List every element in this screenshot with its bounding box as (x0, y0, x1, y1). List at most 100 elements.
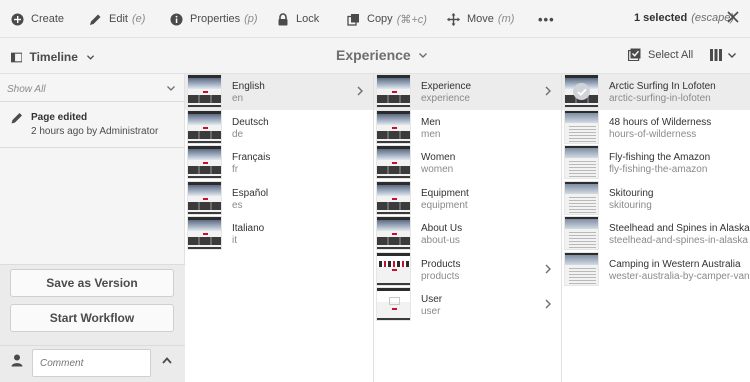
column-item-equipment[interactable]: Equipment equipment (374, 180, 561, 217)
column-item-about-us[interactable]: About Us about-us (374, 216, 561, 252)
column-item-user[interactable]: User user (374, 287, 561, 323)
selection-count-label: 1 selected (634, 12, 688, 24)
chevron-down-icon (86, 54, 94, 60)
item-name: equipment (421, 199, 468, 211)
event-meta: 2 hours ago by Administrator (31, 126, 159, 137)
item-title: Steelhead and Spines in Alaska (609, 223, 750, 234)
create-label: Create (31, 13, 65, 25)
item-name: skitouring (609, 199, 652, 211)
item-name: women (421, 164, 454, 175)
view-switcher[interactable] (710, 49, 742, 61)
select-all-label: Select All (648, 48, 694, 61)
breadcrumb[interactable]: Experience (336, 47, 427, 63)
properties-button[interactable]: Properties (p) (170, 0, 258, 38)
page-thumbnail (564, 180, 599, 215)
item-title: Camping in Western Australia (609, 258, 741, 270)
copy-shortcut: (⌘+c) (396, 13, 427, 26)
item-name: de (232, 128, 244, 140)
item-name: fly-fishing-the-amazon (609, 164, 708, 175)
column-item-arctic-surfing[interactable]: Arctic Surfing In Lofoten arctic-surfing… (562, 74, 750, 110)
item-title: About Us (421, 223, 463, 234)
column-languages: English en Deutsch de Français fr Españo… (185, 74, 374, 382)
column-item-48-hours[interactable]: 48 hours of Wilderness hours-of-wilderne… (562, 109, 750, 146)
column-item-women[interactable]: Women women (374, 145, 561, 181)
edit-shortcut: (e) (131, 13, 146, 25)
chevron-right-icon (545, 264, 551, 273)
move-label: Move (467, 13, 494, 25)
page-thumbnail (376, 74, 411, 108)
item-title: Women (421, 152, 456, 163)
column-item-camping-australia[interactable]: Camping in Western Australia wester-aust… (562, 251, 750, 288)
selected-check-icon[interactable] (573, 83, 590, 100)
timeline-rail: Show All Page edited 2 hours ago by Admi… (0, 74, 185, 382)
pencil-icon (90, 14, 101, 25)
chevron-up-icon[interactable] (162, 357, 172, 364)
more-actions-button[interactable]: ••• (538, 12, 555, 27)
page-thumbnail (564, 216, 599, 250)
user-icon (11, 354, 23, 367)
column-item-francais[interactable]: Français fr (185, 145, 373, 181)
item-name: user (421, 306, 441, 317)
item-title: User (421, 294, 443, 305)
rail-toggle-icon (11, 52, 23, 62)
item-name: fr (232, 164, 239, 175)
lock-label: Lock (296, 13, 320, 25)
move-icon (447, 12, 460, 26)
item-title: Men (421, 116, 441, 128)
comment-input[interactable] (32, 349, 151, 377)
edit-button[interactable]: Edit (e) (89, 0, 145, 38)
column-item-men[interactable]: Men men (374, 109, 561, 146)
column-item-italiano[interactable]: Italiano it (185, 216, 373, 252)
chevron-down-icon (418, 52, 427, 58)
pencil-icon (11, 113, 22, 124)
item-name: products (421, 270, 460, 282)
item-name: men (421, 128, 441, 140)
rail-selector[interactable]: Timeline (11, 49, 101, 65)
column-item-deutsch[interactable]: Deutsch de (185, 109, 373, 146)
add-circle-icon (11, 13, 24, 25)
info-icon (170, 13, 183, 25)
select-all-button[interactable]: Select All (628, 48, 693, 61)
column-item-experience[interactable]: Experience experience (374, 74, 561, 110)
column-item-english[interactable]: English en (185, 74, 373, 110)
page-thumbnail (376, 287, 411, 321)
create-button[interactable]: Create (11, 0, 64, 38)
item-title: Español (232, 187, 269, 199)
event-title: Page edited (31, 112, 88, 123)
page-thumbnail (376, 216, 411, 250)
page-thumbnail (564, 145, 599, 179)
timeline-filter[interactable]: Show All (0, 76, 185, 102)
timeline-actions: Save as Version Start Workflow (0, 264, 185, 382)
timeline-event[interactable]: Page edited 2 hours ago by Administrator (0, 102, 185, 148)
item-title: Français (232, 152, 271, 163)
column-item-products[interactable]: Products products (374, 251, 561, 288)
start-workflow-button[interactable]: Start Workflow (10, 304, 174, 332)
page-thumbnail (564, 251, 599, 286)
item-title: Experience (421, 81, 472, 92)
timeline-filter-label: Show All (7, 84, 46, 95)
column-sections: Experience experience Men men Women wome… (374, 74, 562, 382)
lock-button[interactable]: Lock (277, 0, 319, 38)
page-thumbnail (564, 109, 599, 144)
action-bar: Create Edit (e) Properties (p) Lock Copy (⌘… (0, 0, 750, 38)
column-item-fly-fishing[interactable]: Fly-fishing the Amazon fly-fishing-the-a… (562, 145, 750, 181)
save-as-version-button[interactable]: Save as Version (10, 269, 174, 297)
copy-icon (347, 13, 359, 26)
item-name: arctic-surfing-in-lofoten (609, 93, 711, 104)
item-name: en (232, 93, 244, 104)
item-title: Equipment (421, 187, 469, 199)
column-item-steelhead[interactable]: Steelhead and Spines in Alaska steelhead… (562, 216, 750, 252)
copy-button[interactable]: Copy (⌘+c) (347, 0, 427, 38)
move-button[interactable]: Move (m) (447, 0, 514, 38)
column-item-skitouring[interactable]: Skitouring skitouring (562, 180, 750, 217)
page-thumbnail (187, 145, 222, 179)
item-title: Skitouring (609, 187, 654, 199)
column-view-icon (710, 49, 722, 61)
page-thumbnail (376, 251, 411, 286)
close-icon[interactable] (727, 11, 739, 23)
chevron-right-icon (545, 86, 551, 96)
chevron-right-icon (357, 86, 363, 96)
column-item-espanol[interactable]: Español es (185, 180, 373, 217)
page-thumbnail (187, 180, 222, 215)
item-name: es (232, 199, 243, 211)
